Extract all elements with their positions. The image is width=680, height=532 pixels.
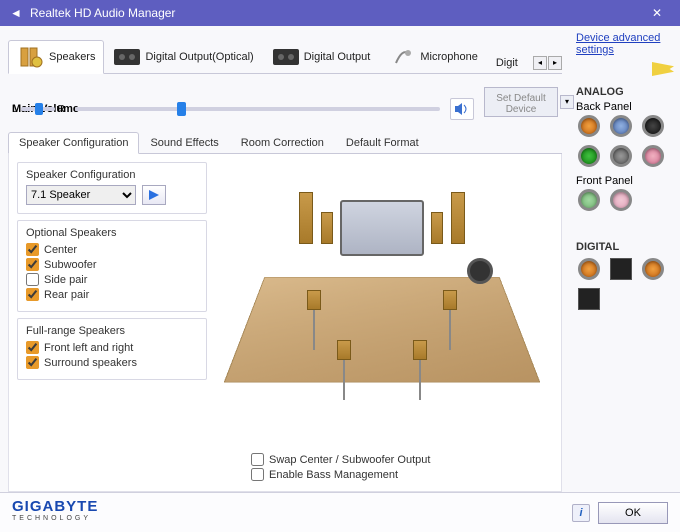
- volume-slider[interactable]: [75, 107, 440, 111]
- jack-center-sub[interactable]: [578, 115, 600, 137]
- tab-digit-label: Digit: [496, 57, 518, 69]
- back-panel-label: Back Panel: [576, 101, 674, 113]
- digital-heading: DIGITAL: [576, 241, 674, 253]
- jack-optical-2[interactable]: [578, 288, 600, 310]
- fullrange-label: Full-range Speakers: [26, 325, 198, 337]
- jack-rear[interactable]: [642, 115, 664, 137]
- analog-heading: ANALOG: [576, 86, 674, 98]
- checkbox-rear-pair[interactable]: Rear pair: [26, 288, 198, 301]
- speaker-config-label: Speaker Configuration: [26, 169, 198, 181]
- speakers-icon: [17, 45, 45, 69]
- optical-icon: [113, 45, 141, 69]
- tab-digital-output-label: Digital Output: [304, 51, 371, 63]
- checkbox-subwoofer[interactable]: Subwoofer: [26, 258, 198, 271]
- tabs-scroll-right[interactable]: ▸: [548, 56, 562, 70]
- brand-logo: GIGABYTE TECHNOLOGY: [12, 501, 98, 525]
- digital-icon: [272, 45, 300, 69]
- test-play-button[interactable]: [142, 185, 166, 205]
- jack-optical-1[interactable]: [610, 258, 632, 280]
- mute-button[interactable]: [450, 98, 474, 120]
- tab-digital-output[interactable]: Digital Output: [263, 40, 380, 73]
- tab-sound-effects[interactable]: Sound Effects: [139, 132, 229, 153]
- config-tabs: Speaker Configuration Sound Effects Room…: [8, 132, 562, 154]
- checkbox-front-lr[interactable]: Front left and right: [26, 341, 198, 354]
- checkbox-surround[interactable]: Surround speakers: [26, 356, 198, 369]
- device-advanced-settings-link[interactable]: Device advanced settings: [576, 32, 674, 56]
- ok-button[interactable]: OK: [598, 502, 668, 524]
- tab-speakers[interactable]: Speakers: [8, 40, 104, 74]
- set-default-dropdown[interactable]: ▾: [560, 95, 574, 109]
- close-button[interactable]: ✕: [642, 6, 672, 20]
- tab-microphone-label: Microphone: [420, 51, 477, 63]
- tab-room-correction[interactable]: Room Correction: [230, 132, 335, 153]
- microphone-icon: [388, 45, 416, 69]
- device-tabs: Speakers Digital Output(Optical) Digital…: [8, 32, 562, 74]
- info-button[interactable]: i: [572, 504, 590, 522]
- jack-line-in[interactable]: [610, 115, 632, 137]
- jack-spdif-1[interactable]: [578, 258, 600, 280]
- checkbox-swap-center-sub[interactable]: Swap Center / Subwoofer Output: [251, 453, 553, 466]
- optional-speakers-label: Optional Speakers: [26, 227, 198, 239]
- jack-mic[interactable]: [642, 145, 664, 167]
- tab-digital-optical-label: Digital Output(Optical): [145, 51, 253, 63]
- jack-spdif-2[interactable]: [642, 258, 664, 280]
- flag-icon: [652, 62, 674, 76]
- tab-digital-optical[interactable]: Digital Output(Optical): [104, 40, 262, 73]
- jack-side[interactable]: [610, 145, 632, 167]
- tab-default-format[interactable]: Default Format: [335, 132, 430, 153]
- tab-digit-overflow[interactable]: Digit: [487, 52, 527, 73]
- back-icon: ◄: [10, 6, 22, 20]
- checkbox-bass-management[interactable]: Enable Bass Management: [251, 468, 553, 481]
- checkbox-center[interactable]: Center: [26, 243, 198, 256]
- speaker-room-preview: [211, 162, 553, 447]
- jack-front[interactable]: [578, 145, 600, 167]
- tab-speakers-label: Speakers: [49, 51, 95, 63]
- tab-speaker-configuration[interactable]: Speaker Configuration: [8, 132, 139, 154]
- checkbox-side-pair[interactable]: Side pair: [26, 273, 198, 286]
- jack-front-hp[interactable]: [578, 189, 600, 211]
- front-panel-label: Front Panel: [576, 175, 674, 187]
- tabs-scroll-left[interactable]: ◂: [533, 56, 547, 70]
- tab-microphone[interactable]: Microphone: [379, 40, 486, 73]
- back-button[interactable]: ◄: [8, 5, 24, 21]
- jack-front-mic[interactable]: [610, 189, 632, 211]
- speaker-config-select[interactable]: 7.1 Speaker: [26, 185, 136, 205]
- window-title: Realtek HD Audio Manager: [30, 6, 642, 20]
- set-default-device-button[interactable]: Set Default Device: [484, 87, 558, 117]
